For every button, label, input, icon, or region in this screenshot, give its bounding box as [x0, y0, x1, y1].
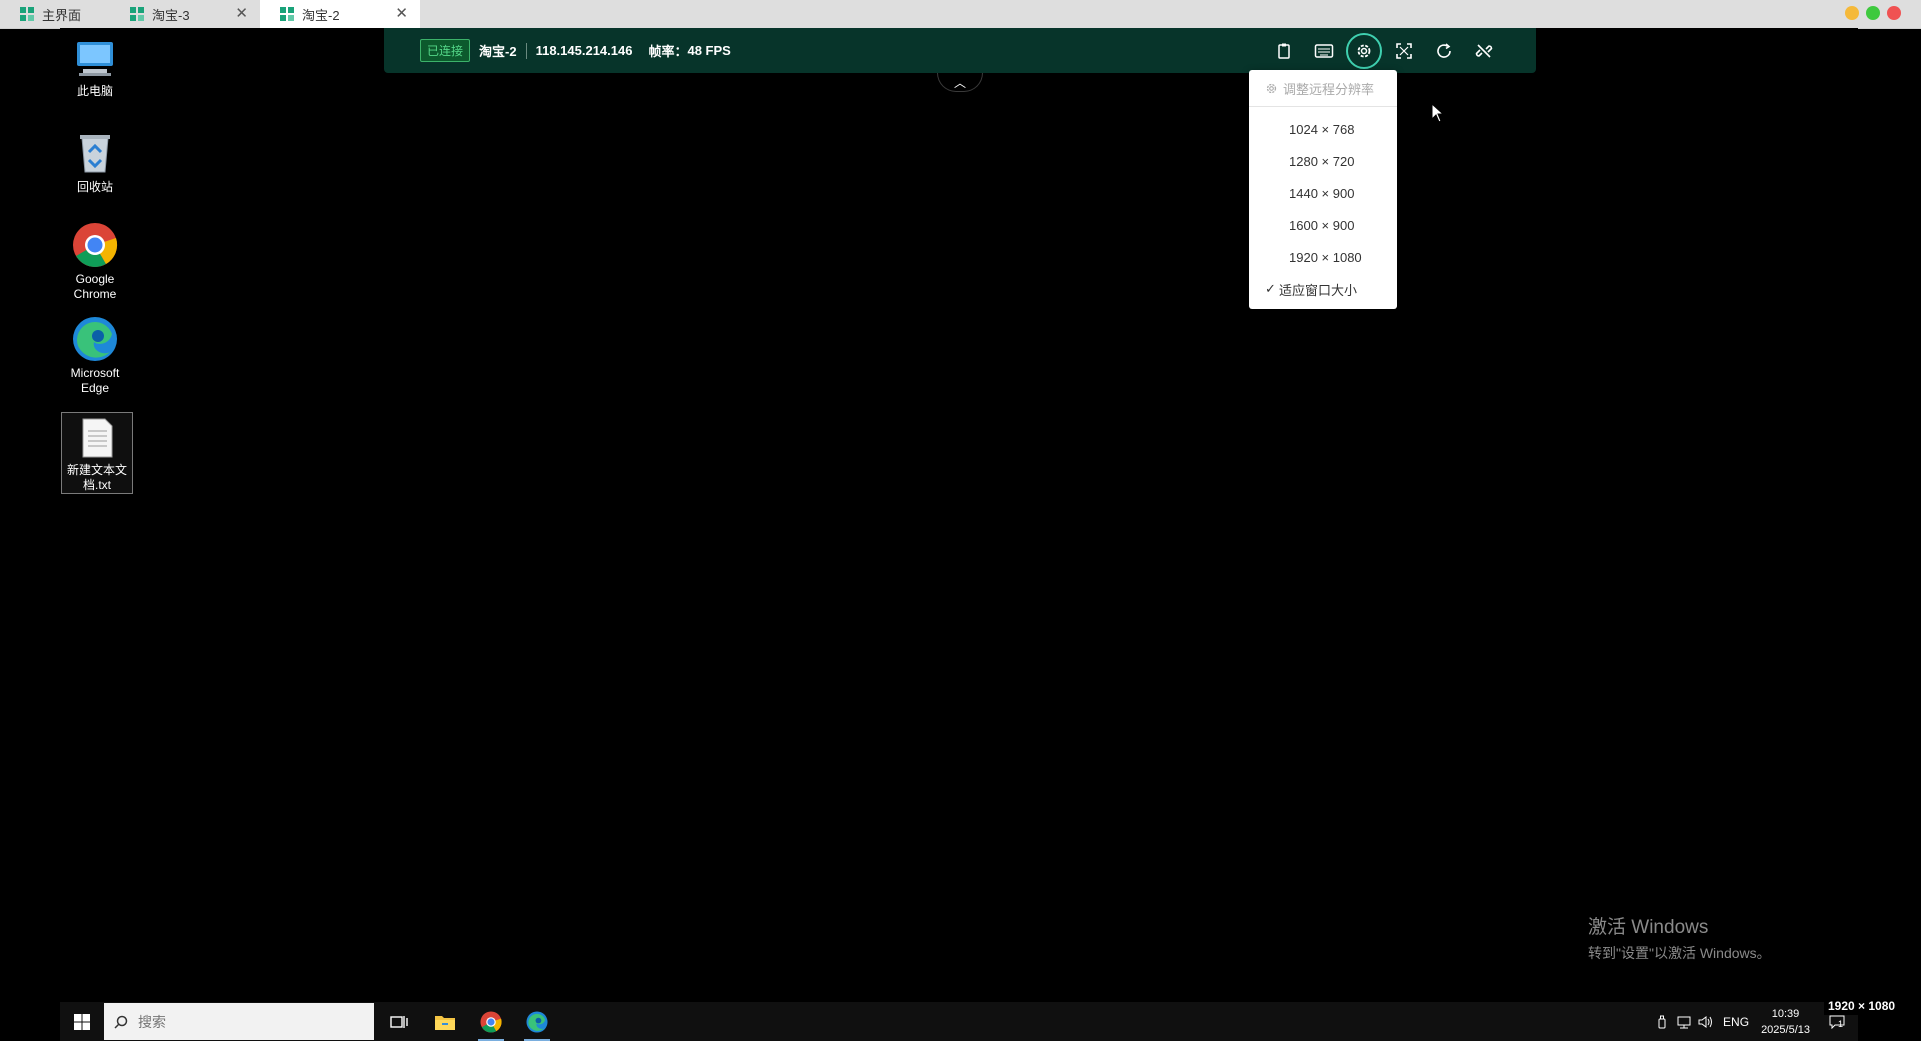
- app-grid-icon: [20, 7, 34, 21]
- file-explorer-button[interactable]: [422, 1002, 468, 1041]
- desktop-icon-label: 回收站: [76, 180, 113, 194]
- language-indicator[interactable]: ENG: [1723, 1015, 1749, 1029]
- edge-icon: [526, 1010, 548, 1033]
- menu-item-1024x768[interactable]: 1024 × 768: [1249, 113, 1397, 145]
- mouse-cursor-icon: [1431, 103, 1445, 123]
- task-view-icon: [390, 1015, 408, 1028]
- taskbar-search[interactable]: [104, 1003, 374, 1040]
- windows-logo-icon: [74, 1013, 90, 1030]
- menu-item-label: 1280 × 720: [1289, 153, 1355, 169]
- window-controls: [1845, 6, 1901, 20]
- desktop-icon-edge[interactable]: Microsoft Edge: [60, 316, 130, 396]
- menu-item-1280x720[interactable]: 1280 × 720: [1249, 145, 1397, 177]
- resolution-badge: 1920 × 1080: [1824, 997, 1900, 1015]
- fps-value: 48 FPS: [687, 43, 731, 58]
- divider: [525, 42, 527, 59]
- start-button[interactable]: [60, 1002, 104, 1041]
- network-icon[interactable]: [1673, 1015, 1695, 1029]
- fullscreen-button[interactable]: [1386, 33, 1422, 69]
- menu-header: 调整远程分辨率: [1249, 70, 1397, 107]
- close-icon[interactable]: ✕: [235, 6, 248, 21]
- tab-taobao-3[interactable]: 淘宝-3 ✕: [110, 0, 260, 28]
- tab-label: 主界面: [42, 7, 82, 23]
- app-grid-icon: [130, 7, 144, 21]
- task-view-button[interactable]: [376, 1002, 422, 1041]
- search-input[interactable]: [136, 1012, 340, 1031]
- app-grid-icon: [280, 7, 294, 21]
- clock[interactable]: 10:39 2025/5/13: [1761, 1006, 1810, 1038]
- session-name: 淘宝-2: [479, 44, 517, 59]
- close-icon[interactable]: ✕: [395, 6, 408, 21]
- clipboard-button[interactable]: [1266, 33, 1302, 69]
- remote-desktop[interactable]: 此电脑 回收站 Google Chrome Microsoft Edge 新建文…: [60, 28, 1858, 1041]
- refresh-icon: [1437, 43, 1451, 58]
- clock-time: 10:39: [1771, 1007, 1800, 1020]
- disconnect-icon: [1475, 44, 1493, 58]
- menu-item-1920x1080[interactable]: 1920 × 1080: [1249, 241, 1397, 273]
- tab-label: 淘宝-3: [152, 7, 190, 23]
- computer-icon: [77, 42, 113, 76]
- menu-item-label: 适应窗口大小: [1279, 282, 1358, 298]
- clipboard-icon: [1278, 43, 1290, 59]
- watermark-title: 激活 Windows: [1588, 917, 1709, 938]
- menu-item-fit-window[interactable]: ✓ 适应窗口大小: [1249, 273, 1397, 305]
- check-icon: ✓: [1265, 281, 1276, 296]
- gear-icon: [1357, 44, 1371, 58]
- refresh-button[interactable]: [1426, 33, 1462, 69]
- desktop-icon-chrome[interactable]: Google Chrome: [60, 222, 130, 302]
- recycle-bin-icon: [80, 135, 110, 173]
- notification-count: 1: [1838, 1018, 1844, 1029]
- maximize-button[interactable]: [1866, 6, 1880, 20]
- tab-taobao-2[interactable]: 淘宝-2 ✕: [260, 0, 420, 28]
- text-file-icon: [82, 418, 113, 458]
- taskbar: ENG 10:39 2025/5/13 1: [60, 1002, 1858, 1041]
- disconnect-button[interactable]: [1466, 33, 1502, 69]
- menu-item-1600x900[interactable]: 1600 × 900: [1249, 209, 1397, 241]
- tab-strip: 主界面 淘宝-3 ✕ 淘宝-2 ✕: [0, 0, 1921, 29]
- notification-button[interactable]: 1: [1826, 1015, 1848, 1029]
- file-explorer-icon: [435, 1015, 455, 1030]
- desktop-icon-text-file[interactable]: 新建文本文档.txt: [61, 412, 133, 494]
- menu-item-label: 1920 × 1080: [1289, 249, 1362, 265]
- toolbar-buttons: [1266, 33, 1502, 69]
- ip-address: 118.145.214.146: [535, 43, 633, 58]
- desktop-icon-label: 新建文本文档.txt: [66, 463, 127, 492]
- settings-button[interactable]: [1346, 33, 1382, 69]
- volume-icon[interactable]: [1695, 1015, 1717, 1029]
- keyboard-icon: [1314, 44, 1334, 58]
- usb-icon[interactable]: [1651, 1015, 1673, 1029]
- desktop-icon-recycle-bin[interactable]: 回收站: [60, 130, 130, 195]
- taskbar-edge-button[interactable]: [514, 1002, 560, 1041]
- tab-label: 淘宝-2: [302, 7, 340, 23]
- menu-item-label: 1600 × 900: [1289, 217, 1355, 233]
- chrome-icon: [480, 1010, 502, 1033]
- close-window-button[interactable]: [1887, 6, 1901, 20]
- tab-main[interactable]: 主界面: [0, 0, 110, 28]
- watermark-subtitle: 转到"设置"以激活 Windows。: [1588, 945, 1771, 961]
- desktop-icon-label: 此电脑: [76, 84, 113, 98]
- menu-item-label: 1440 × 900: [1289, 185, 1355, 201]
- fullscreen-icon: [1396, 43, 1412, 59]
- desktop-icon-label: Google Chrome: [73, 272, 117, 301]
- menu-item-label: 1024 × 768: [1289, 121, 1355, 137]
- menu-item-1440x900[interactable]: 1440 × 900: [1249, 177, 1397, 209]
- desktop-icon-label: Microsoft Edge: [70, 366, 120, 395]
- clock-date: 2025/5/13: [1761, 1023, 1810, 1036]
- taskbar-chrome-button[interactable]: [468, 1002, 514, 1041]
- remote-toolbar: 已连接 淘宝-2 118.145.214.146 帧率： 48 FPS: [384, 28, 1536, 73]
- gear-icon: [1266, 83, 1277, 93]
- minimize-button[interactable]: [1845, 6, 1859, 20]
- chevron-up-icon: ︿: [953, 75, 966, 90]
- activate-windows-watermark: 激活 Windows 转到"设置"以激活 Windows。: [1588, 912, 1771, 963]
- chrome-icon: [73, 223, 118, 267]
- search-icon: [114, 1015, 128, 1029]
- edge-icon: [73, 317, 117, 361]
- keyboard-button[interactable]: [1306, 33, 1342, 69]
- fps-label: 帧率：: [648, 44, 688, 59]
- resolution-menu: 调整远程分辨率 1024 × 768 1280 × 720 1440 × 900…: [1249, 70, 1397, 309]
- desktop-icon-this-pc[interactable]: 此电脑: [60, 36, 130, 99]
- menu-header-label: 调整远程分辨率: [1283, 81, 1375, 97]
- status-badge: 已连接: [420, 39, 471, 62]
